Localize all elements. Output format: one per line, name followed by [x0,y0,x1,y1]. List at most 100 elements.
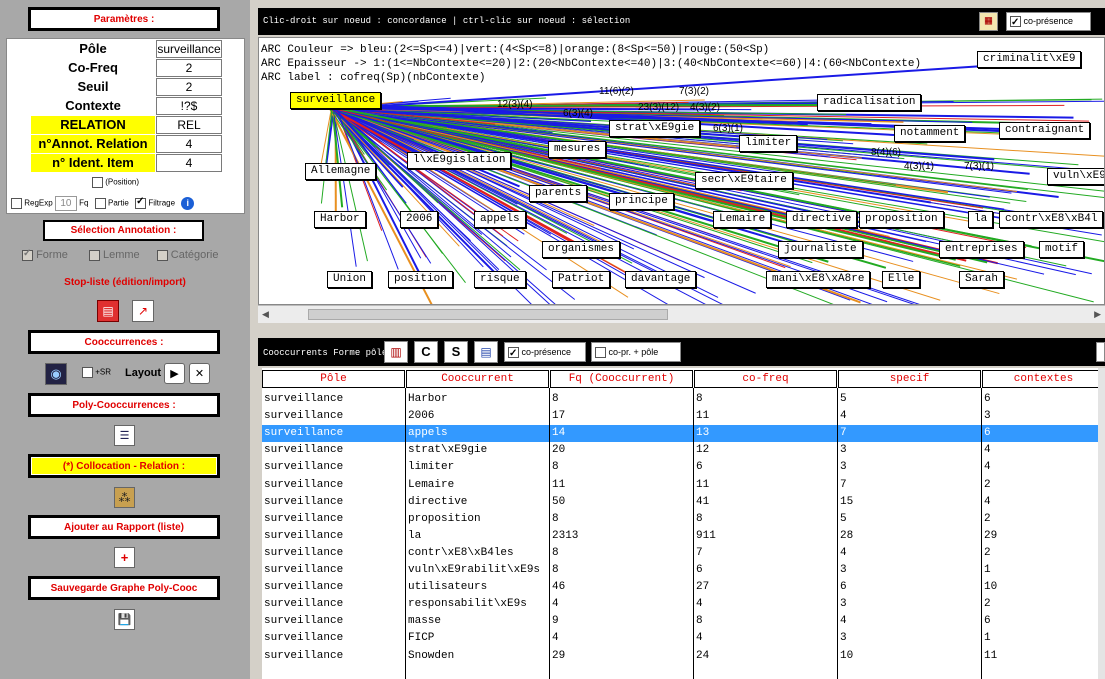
graph-pole-node[interactable]: surveillance [290,92,382,109]
param-input[interactable]: surveillance [156,40,222,58]
sr-checkbox[interactable] [82,367,93,378]
graph-horizontal-scrollbar[interactable]: ◀ ▶ [258,305,1105,323]
lemme-checkbox[interactable] [88,249,100,261]
column-header[interactable]: Fq (Cooccurrent) [550,370,693,388]
table-row[interactable]: surveillance Harbor 8 8 5 6 [262,391,1105,408]
graph-node[interactable]: mani\xE8\xA8re [766,271,871,288]
table-row[interactable]: surveillance la 2313 911 28 29 [262,528,1105,545]
table-row[interactable]: surveillance Lemaire 11 11 7 2 [262,477,1105,494]
param-input[interactable]: !?$ [156,97,222,115]
graph-node[interactable]: position [388,271,453,288]
graph-node[interactable]: criminalit\xE9 [977,51,1082,68]
table-icon[interactable]: ▤ [474,341,498,363]
graph-node[interactable]: Patriot [552,271,611,288]
info-icon[interactable]: i [181,197,195,210]
vertical-splitter[interactable] [250,0,258,679]
copr-pole-checkbox[interactable] [595,347,606,359]
table-row[interactable]: surveillance Snowden 29 24 10 11 [262,648,1105,665]
graph-node[interactable]: contr\xE8\xB4l [999,211,1104,228]
graph-node[interactable]: l\xE9gislation [407,152,512,169]
table-row[interactable]: surveillance contr\xE8\xB4les 8 7 4 2 [262,545,1105,562]
poly-cooccurrences-icon[interactable]: ☰ [114,425,135,446]
cooc-copresence-toggle[interactable]: co-présence [504,342,586,363]
param-input[interactable]: 2 [156,59,222,77]
graph-node[interactable]: Sarah [959,271,1005,288]
graph-node[interactable]: contraignant [999,122,1091,139]
stop-liste-import-icon[interactable]: ↗ [132,300,154,322]
graph-node[interactable]: vuln\xE9 [1047,168,1104,185]
graph-node[interactable]: organismes [542,241,621,258]
forme-checkbox[interactable] [22,248,33,261]
cooccurrence-graph[interactable]: ARC Couleur => bleu:(2<=Sp<=4)|vert:(4<S… [258,37,1105,305]
graph-node[interactable]: journaliste [778,241,863,258]
graph-node[interactable]: Allemagne [305,163,377,180]
graph-node[interactable]: limiter [739,135,798,152]
table-row[interactable]: surveillance limiter 8 6 3 4 [262,459,1105,476]
column-header[interactable]: co-freq [694,370,837,388]
graph-node[interactable]: risque [474,271,526,288]
table-row[interactable]: surveillance proposition 8 8 5 2 [262,511,1105,528]
graph-node[interactable]: parents [529,185,588,202]
table-row[interactable]: surveillance masse 9 8 4 6 [262,613,1105,630]
param-input[interactable]: 2 [156,78,222,96]
table-row[interactable]: surveillance vuln\xE9rabilit\xE9s 8 6 3 1 [262,562,1105,579]
graph-node[interactable]: mesures [548,141,607,158]
cooc-copresence-checkbox[interactable] [508,345,519,363]
regexp-checkbox[interactable] [11,198,22,209]
sr-option[interactable]: +SR [82,367,111,378]
param-input[interactable]: 4 [156,135,222,153]
table-row[interactable]: surveillance 2006 17 11 4 3 [262,408,1105,425]
partie-checkbox[interactable] [94,198,106,209]
param-input[interactable]: 4 [156,154,222,172]
column-header[interactable]: Pôle [262,370,405,388]
graph-copresence-toggle[interactable]: co-présence [1006,12,1091,31]
chart-icon[interactable]: ▥ [384,341,408,363]
table-row[interactable]: surveillance strat\xE9gie 20 12 3 4 [262,442,1105,459]
graph-node[interactable]: entreprises [939,241,1024,258]
graph-node[interactable]: motif [1039,241,1085,258]
column-header[interactable]: contextes [982,370,1105,388]
graph-node[interactable]: strat\xE9gie [609,120,701,137]
graph-node[interactable]: principe [609,193,674,210]
specificity-icon[interactable]: S [444,341,468,363]
cooccurrents-table[interactable]: Pôle Cooccurrent Fq (Cooccurrent) co-freq sp… [262,368,1105,679]
column-header[interactable]: Cooccurrent [406,370,549,388]
graph-node[interactable]: davantage [625,271,697,288]
scroll-left-arrow-icon[interactable]: ◀ [262,309,269,320]
collocation-relation-title[interactable]: (*) Collocation - Relation : [28,454,220,478]
column-header[interactable]: specif [838,370,981,388]
graph-node[interactable]: notamment [894,125,966,142]
graph-node[interactable]: Elle [882,271,921,288]
filtrage-checkbox[interactable] [135,196,147,209]
stop-liste-edit-icon[interactable]: ▤ [97,300,119,322]
graph-copresence-checkbox[interactable] [1010,14,1021,31]
position-option[interactable]: (Position) [92,177,139,188]
graph-node[interactable]: proposition [859,211,944,228]
table-row[interactable]: surveillance FICP 4 4 3 1 [262,630,1105,647]
layout-stop-icon[interactable]: ✕ [189,363,210,384]
graph-node[interactable]: secr\xE9taire [695,172,793,189]
graph-node[interactable]: appels [474,211,526,228]
graph-node[interactable]: la [968,211,994,228]
graph-node[interactable]: Union [327,271,373,288]
table-row[interactable]: surveillance responsabilit\xE9s 4 4 3 2 [262,596,1105,613]
graph-node[interactable]: Lemaire [713,211,772,228]
graph-node[interactable]: directive [786,211,858,228]
collocation-graph-icon[interactable]: ⁂ [114,487,135,508]
add-to-report-icon[interactable]: + [114,547,135,568]
scroll-right-arrow-icon[interactable]: ▶ [1094,309,1101,320]
cooccurrences-run-icon[interactable]: ◉ [45,363,67,385]
table-vertical-scrollbar[interactable] [1098,368,1105,679]
categorie-checkbox[interactable] [156,249,168,261]
horizontal-splitter[interactable] [258,323,1105,338]
save-graph-icon[interactable]: 💾 [114,609,135,630]
table-row[interactable]: surveillance utilisateurs 46 27 6 10 [262,579,1105,596]
copr-pole-toggle[interactable]: co-pr. + pôle [591,342,681,362]
position-checkbox[interactable] [92,177,103,188]
concordance-icon[interactable]: C [414,341,438,363]
graph-scroll-thumb[interactable] [308,309,668,320]
graph-node[interactable]: 2006 [400,211,439,228]
fq-input[interactable]: 10 [54,196,77,211]
param-input[interactable]: REL [156,116,222,134]
graph-node[interactable]: Harbor [314,211,366,228]
